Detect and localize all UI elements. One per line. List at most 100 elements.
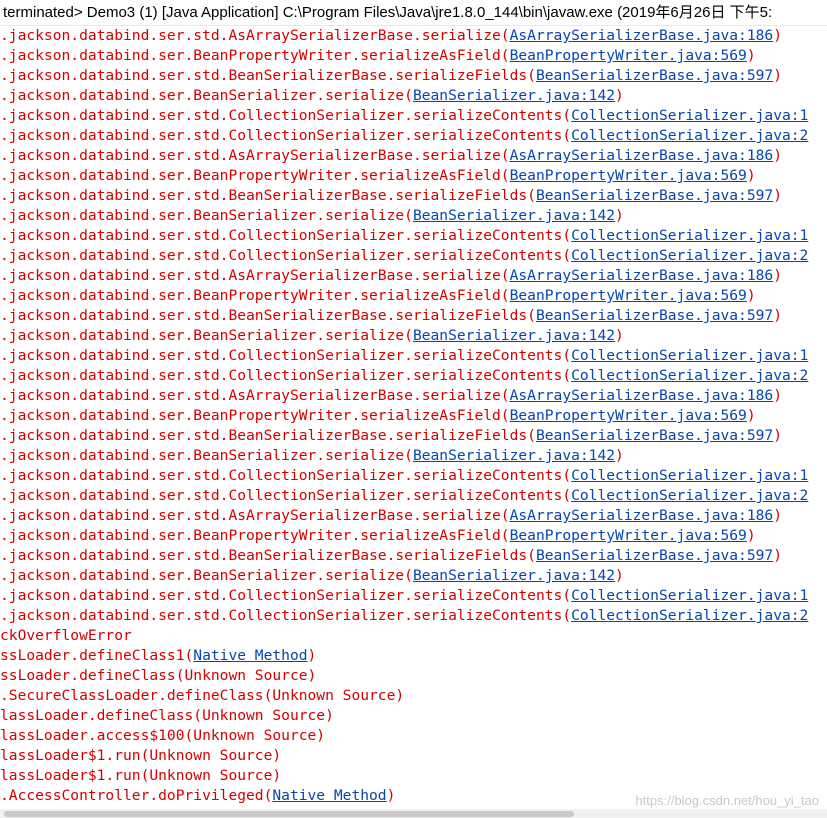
source-link[interactable]: CollectionSerializer.java:1 [571, 587, 808, 604]
stack-trace-line: ssLoader.defineClass1(Native Method) [0, 646, 827, 666]
source-link[interactable]: BeanPropertyWriter.java:569 [510, 407, 747, 424]
stack-trace-text: .jackson.databind.ser.std.AsArraySeriali… [0, 27, 510, 44]
stack-trace-line: .jackson.databind.ser.BeanSerializer.ser… [0, 566, 827, 586]
stack-trace-text: .SecureClassLoader.defineClass(Unknown S… [0, 687, 405, 704]
source-link[interactable]: AsArraySerializerBase.java:186 [510, 27, 774, 44]
stack-trace-text: .AccessController.doPrivileged( [0, 787, 273, 804]
stack-trace-text: .jackson.databind.ser.std.CollectionSeri… [0, 587, 572, 604]
stack-trace-suffix: ) [773, 147, 782, 164]
stack-trace-text: .jackson.databind.ser.std.BeanSerializer… [0, 427, 536, 444]
source-link[interactable]: AsArraySerializerBase.java:186 [510, 147, 774, 164]
stack-trace-text: .jackson.databind.ser.BeanPropertyWriter… [0, 407, 510, 424]
stack-trace-line: .jackson.databind.ser.BeanPropertyWriter… [0, 406, 827, 426]
source-link[interactable]: CollectionSerializer.java:2 [571, 367, 808, 384]
source-link[interactable]: Native Method [272, 787, 386, 804]
source-link[interactable]: CollectionSerializer.java:1 [571, 227, 808, 244]
source-link[interactable]: BeanSerializer.java:142 [413, 87, 615, 104]
stack-trace-line: .jackson.databind.ser.std.CollectionSeri… [0, 606, 827, 626]
source-link[interactable]: CollectionSerializer.java:2 [571, 127, 808, 144]
stack-trace-text: .jackson.databind.ser.std.CollectionSeri… [0, 127, 572, 144]
source-link[interactable]: BeanSerializerBase.java:597 [536, 187, 773, 204]
stack-trace-line: .jackson.databind.ser.std.AsArraySeriali… [0, 26, 827, 46]
stack-trace-text: .jackson.databind.ser.BeanPropertyWriter… [0, 527, 510, 544]
source-link[interactable]: BeanSerializerBase.java:597 [536, 67, 773, 84]
source-link[interactable]: CollectionSerializer.java:1 [571, 107, 808, 124]
stack-trace-suffix: ) [773, 427, 782, 444]
source-link[interactable]: CollectionSerializer.java:1 [571, 347, 808, 364]
stack-trace-text: lassLoader.defineClass(Unknown Source) [0, 707, 334, 724]
stack-trace-text: .jackson.databind.ser.std.AsArraySeriali… [0, 387, 510, 404]
stack-trace-text: .jackson.databind.ser.BeanSerializer.ser… [0, 447, 413, 464]
stack-trace-suffix: ) [773, 187, 782, 204]
source-link[interactable]: BeanSerializerBase.java:597 [536, 427, 773, 444]
stack-trace-suffix: ) [746, 167, 756, 184]
stack-trace-line: lassLoader.access$100(Unknown Source) [0, 726, 827, 746]
stack-trace-text: .jackson.databind.ser.BeanPropertyWriter… [0, 47, 510, 64]
stack-trace-suffix: ) [615, 567, 624, 584]
stack-trace-text: ckOverflowError [0, 627, 132, 644]
stack-trace-suffix: ) [773, 547, 782, 564]
source-link[interactable]: AsArraySerializerBase.java:186 [510, 507, 774, 524]
stack-trace-line: .jackson.databind.ser.BeanPropertyWriter… [0, 526, 827, 546]
scrollbar-thumb[interactable] [4, 811, 574, 817]
source-link[interactable]: AsArraySerializerBase.java:186 [510, 267, 774, 284]
stack-trace-suffix: ) [746, 407, 756, 424]
stack-trace-line: .jackson.databind.ser.BeanPropertyWriter… [0, 166, 827, 186]
source-link[interactable]: CollectionSerializer.java:2 [571, 607, 808, 624]
stack-trace-suffix: ) [773, 387, 782, 404]
stack-trace-text: .jackson.databind.ser.BeanSerializer.ser… [0, 567, 413, 584]
stack-trace-text: lassLoader$1.run(Unknown Source) [0, 747, 282, 764]
stack-trace-line: .jackson.databind.ser.std.CollectionSeri… [0, 366, 827, 386]
source-link[interactable]: BeanSerializer.java:142 [413, 447, 615, 464]
stack-trace-suffix: ) [746, 287, 756, 304]
stack-trace-line: .jackson.databind.ser.std.BeanSerializer… [0, 546, 827, 566]
source-link[interactable]: CollectionSerializer.java:2 [571, 247, 808, 264]
source-link[interactable]: BeanPropertyWriter.java:569 [510, 47, 747, 64]
stack-trace-line: .jackson.databind.ser.std.CollectionSeri… [0, 106, 827, 126]
stack-trace-text: .jackson.databind.ser.std.CollectionSeri… [0, 607, 572, 624]
source-link[interactable]: BeanSerializer.java:142 [413, 207, 615, 224]
stack-trace-line: .jackson.databind.ser.std.BeanSerializer… [0, 426, 827, 446]
stack-trace-text: .jackson.databind.ser.std.CollectionSeri… [0, 487, 572, 504]
horizontal-scrollbar[interactable] [0, 809, 827, 818]
stack-trace-text: .jackson.databind.ser.std.BeanSerializer… [0, 547, 536, 564]
source-link[interactable]: BeanPropertyWriter.java:569 [510, 167, 747, 184]
stack-trace-line: .jackson.databind.ser.BeanSerializer.ser… [0, 446, 827, 466]
stack-trace-line: .jackson.databind.ser.std.BeanSerializer… [0, 186, 827, 206]
stack-trace-text: lassLoader$1.run(Unknown Source) [0, 767, 282, 784]
stack-trace-suffix: ) [773, 307, 782, 324]
console-output[interactable]: .jackson.databind.ser.std.AsArraySeriali… [0, 26, 827, 806]
stack-trace-line: .jackson.databind.ser.std.CollectionSeri… [0, 466, 827, 486]
source-link[interactable]: Native Method [193, 647, 307, 664]
console-view: terminated> Demo3 (1) [Java Application]… [0, 0, 827, 818]
stack-trace-line: .jackson.databind.ser.BeanPropertyWriter… [0, 286, 827, 306]
stack-trace-line: lassLoader$1.run(Unknown Source) [0, 766, 827, 786]
stack-trace-line: .jackson.databind.ser.std.BeanSerializer… [0, 306, 827, 326]
source-link[interactable]: BeanSerializerBase.java:597 [536, 307, 773, 324]
stack-trace-suffix: ) [615, 447, 624, 464]
stack-trace-text: .jackson.databind.ser.BeanSerializer.ser… [0, 327, 413, 344]
stack-trace-suffix: ) [773, 27, 782, 44]
stack-trace-line: .jackson.databind.ser.BeanPropertyWriter… [0, 46, 827, 66]
source-link[interactable]: BeanSerializer.java:142 [413, 327, 615, 344]
stack-trace-text: .jackson.databind.ser.std.BeanSerializer… [0, 307, 536, 324]
stack-trace-line: .jackson.databind.ser.std.AsArraySeriali… [0, 146, 827, 166]
source-link[interactable]: BeanSerializerBase.java:597 [536, 547, 773, 564]
source-link[interactable]: CollectionSerializer.java:1 [571, 467, 808, 484]
source-link[interactable]: CollectionSerializer.java:2 [571, 487, 808, 504]
stack-trace-text: .jackson.databind.ser.std.CollectionSeri… [0, 467, 572, 484]
source-link[interactable]: AsArraySerializerBase.java:186 [510, 387, 774, 404]
stack-trace-suffix: ) [773, 67, 782, 84]
source-link[interactable]: BeanSerializer.java:142 [413, 567, 615, 584]
stack-trace-line: .jackson.databind.ser.std.CollectionSeri… [0, 486, 827, 506]
stack-trace-suffix: ) [746, 527, 756, 544]
stack-trace-text: .jackson.databind.ser.std.AsArraySeriali… [0, 267, 510, 284]
stack-trace-suffix: ) [773, 267, 782, 284]
source-link[interactable]: BeanPropertyWriter.java:569 [510, 527, 747, 544]
watermark: https://blog.csdn.net/hou_yi_tao [635, 793, 819, 808]
stack-trace-text: lassLoader.access$100(Unknown Source) [0, 727, 326, 744]
stack-trace-suffix: ) [615, 327, 624, 344]
source-link[interactable]: BeanPropertyWriter.java:569 [510, 287, 747, 304]
stack-trace-suffix: ) [615, 207, 624, 224]
stack-trace-text: .jackson.databind.ser.BeanPropertyWriter… [0, 167, 510, 184]
